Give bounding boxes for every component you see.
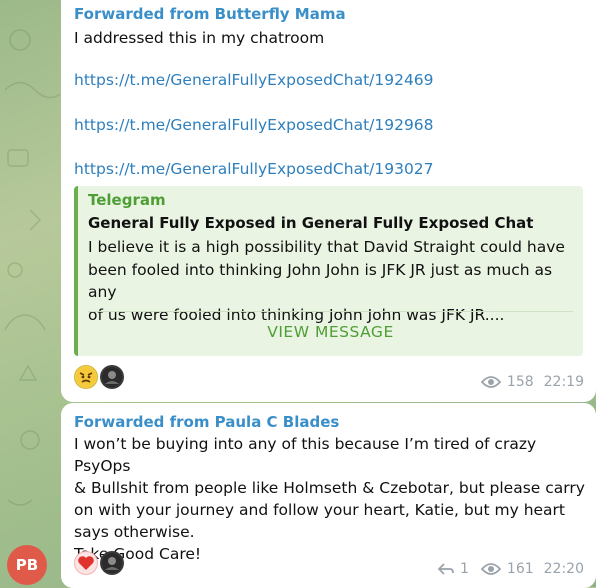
message-bubble[interactable]: Forwarded from Butterfly Mama I addresse…	[61, 0, 596, 402]
message-text-line: I won’t be buying into any of this becau…	[74, 435, 537, 475]
view-message-button[interactable]: VIEW MESSAGE	[88, 312, 573, 352]
message-link[interactable]: https://t.me/GeneralFullyExposedChat/193…	[74, 160, 434, 178]
reactions	[74, 551, 124, 575]
heart-emoji-icon[interactable]	[74, 551, 98, 575]
message-text-line: on with your journey and follow your hea…	[74, 501, 566, 519]
heart-icon	[78, 556, 94, 570]
message-time: 22:19	[543, 374, 584, 390]
angry-face-icon	[76, 367, 96, 387]
preview-title: General Fully Exposed in General Fully E…	[88, 214, 534, 232]
message-text-line: & Bullshit from people like Holmseth & C…	[74, 479, 585, 497]
background-pattern	[4, 29, 60, 506]
user-avatar-icon	[102, 367, 122, 387]
view-count: 158	[506, 374, 534, 390]
message-meta: 1 161 22:20	[437, 561, 584, 577]
forwarded-from-label[interactable]: Forwarded from Butterfly Mama	[74, 5, 346, 23]
preview-description-line: been fooled into thinking John John is J…	[88, 260, 553, 302]
message-text-line: says otherwise.	[74, 523, 195, 541]
message-text: I won’t be buying into any of this becau…	[74, 433, 596, 565]
message-bubble[interactable]: Forwarded from Paula C Blades I won’t be…	[61, 403, 596, 588]
reply-arrow-icon	[437, 563, 454, 575]
message-link[interactable]: https://t.me/GeneralFullyExposedChat/192…	[74, 71, 434, 89]
forwarded-from-label[interactable]: Forwarded from Paula C Blades	[74, 413, 339, 431]
user-avatar-icon	[102, 553, 122, 573]
views-eye-icon	[480, 376, 501, 388]
message-link[interactable]: https://t.me/GeneralFullyExposedChat/192…	[74, 116, 434, 134]
sender-avatar[interactable]: PB	[7, 545, 47, 585]
angry-face-emoji-icon[interactable]	[74, 365, 98, 389]
preview-site-name: Telegram	[88, 191, 166, 209]
link-preview[interactable]: Telegram General Fully Exposed in Genera…	[74, 186, 583, 356]
user-avatar[interactable]	[100, 551, 124, 575]
message-time: 22:20	[543, 561, 584, 577]
views-eye-icon	[480, 563, 501, 575]
view-count: 161	[506, 561, 534, 577]
user-avatar[interactable]	[100, 365, 124, 389]
message-text: I addressed this in my chatroom	[74, 29, 325, 47]
reply-count: 1	[459, 561, 469, 577]
message-meta: 158 22:19	[480, 374, 584, 390]
preview-description-line: I believe it is a high possibility that …	[88, 238, 565, 256]
reactions	[74, 365, 124, 389]
